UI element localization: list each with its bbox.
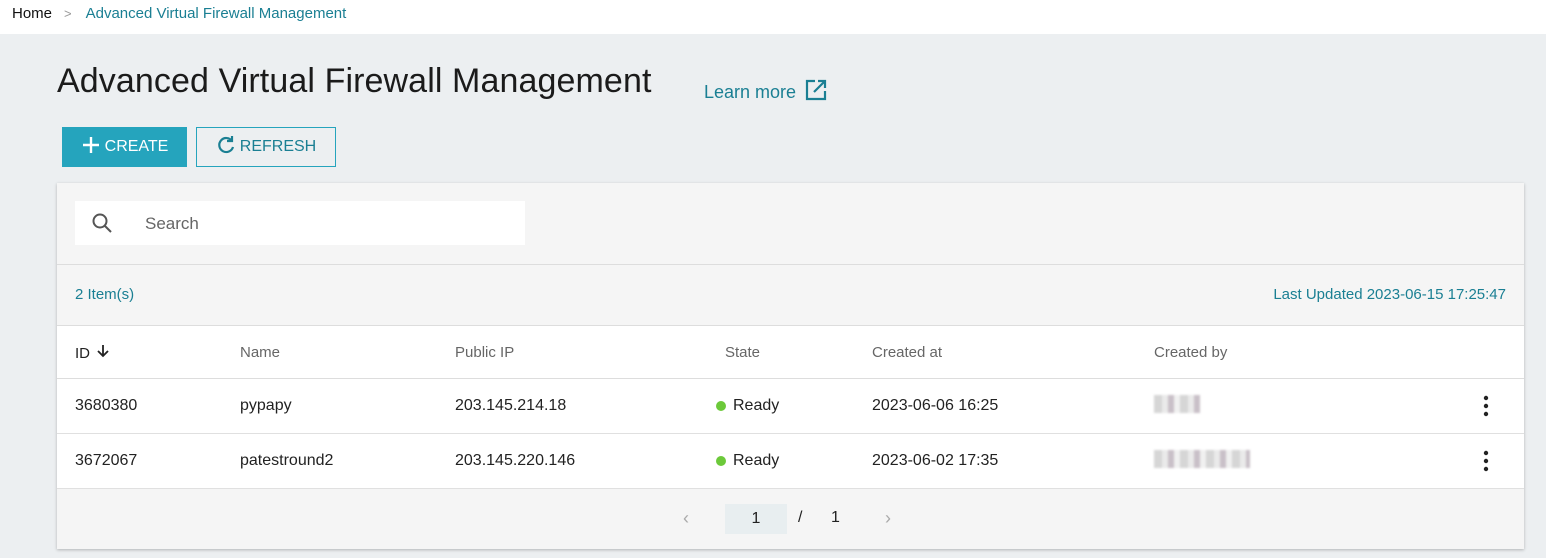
create-button[interactable]: CREATE: [62, 127, 187, 167]
cell-id: 3672067: [75, 452, 138, 469]
top-bar: Home > Advanced Virtual Firewall Managem…: [0, 0, 1546, 34]
create-label: CREATE: [104, 138, 169, 155]
page-number-input[interactable]: 1: [725, 504, 787, 534]
cell-id: 3680380: [75, 397, 138, 414]
column-header-created-at[interactable]: Created at: [872, 344, 942, 361]
refresh-label: REFRESH: [239, 138, 317, 155]
table-header: ID Name Public IP State Created at Creat…: [57, 325, 1524, 379]
cell-name[interactable]: patestround2: [240, 452, 333, 470]
breadcrumb-separator: >: [64, 6, 72, 21]
column-header-created-by[interactable]: Created by: [1154, 344, 1227, 361]
cell-public-ip: 203.145.220.146: [455, 452, 576, 469]
cell-public-ip: 203.145.214.18: [455, 397, 567, 414]
last-updated: Last Updated 2023-06-15 17:25:47: [1273, 286, 1506, 303]
column-header-id-label: ID: [75, 344, 90, 362]
column-header-state[interactable]: State: [725, 344, 760, 361]
state-label: Ready: [733, 452, 780, 469]
row-actions-button[interactable]: [1476, 394, 1496, 418]
row-actions-button[interactable]: [1476, 449, 1496, 473]
chevron-right-icon[interactable]: ›: [885, 508, 891, 529]
redacted-created-by: [1154, 450, 1250, 468]
arrow-down-icon: [96, 344, 110, 362]
search-input[interactable]: [143, 201, 517, 247]
breadcrumb-home[interactable]: Home: [12, 5, 52, 22]
column-header-name[interactable]: Name: [240, 344, 280, 361]
firewall-list-panel: 2 Item(s) Last Updated 2023-06-15 17:25:…: [57, 183, 1524, 549]
plus-icon: [81, 135, 101, 160]
column-header-id[interactable]: ID: [75, 344, 110, 362]
divider: [57, 264, 1524, 265]
cell-state: Ready: [716, 397, 779, 415]
kebab-icon: [1476, 395, 1496, 422]
learn-more-link[interactable]: Learn more: [704, 78, 828, 107]
kebab-icon: [1476, 450, 1496, 477]
chevron-left-icon[interactable]: ‹: [683, 508, 689, 529]
column-header-public-ip[interactable]: Public IP: [455, 344, 514, 361]
page-title: Advanced Virtual Firewall Management: [57, 62, 652, 100]
state-label: Ready: [733, 397, 780, 414]
breadcrumb-current[interactable]: Advanced Virtual Firewall Management: [86, 5, 347, 22]
item-count: 2 Item(s): [75, 286, 135, 303]
refresh-icon: [216, 135, 236, 160]
cell-created-at: 2023-06-06 16:25: [872, 397, 999, 414]
status-dot-icon: [716, 401, 726, 411]
redacted-created-by: [1154, 395, 1200, 413]
learn-more-label: Learn more: [704, 82, 797, 102]
cell-state: Ready: [716, 452, 779, 470]
table-row[interactable]: 3672067 patestround2 203.145.220.146 Rea…: [57, 434, 1524, 489]
cell-name[interactable]: pypapy: [240, 397, 292, 415]
external-link-icon: [804, 78, 828, 107]
page-total: 1: [831, 509, 840, 526]
page-separator: /: [798, 509, 803, 526]
breadcrumb: Home > Advanced Virtual Firewall Managem…: [12, 5, 346, 22]
cell-created-at: 2023-06-02 17:35: [872, 452, 999, 469]
refresh-button[interactable]: REFRESH: [196, 127, 336, 167]
firewall-table: ID Name Public IP State Created at Creat…: [57, 325, 1524, 489]
table-row[interactable]: 3680380 pypapy 203.145.214.18 Ready 2023…: [57, 379, 1524, 434]
search-box: [75, 201, 525, 247]
pagination: ‹ 1 / 1 ›: [57, 490, 1524, 548]
status-dot-icon: [716, 456, 726, 466]
